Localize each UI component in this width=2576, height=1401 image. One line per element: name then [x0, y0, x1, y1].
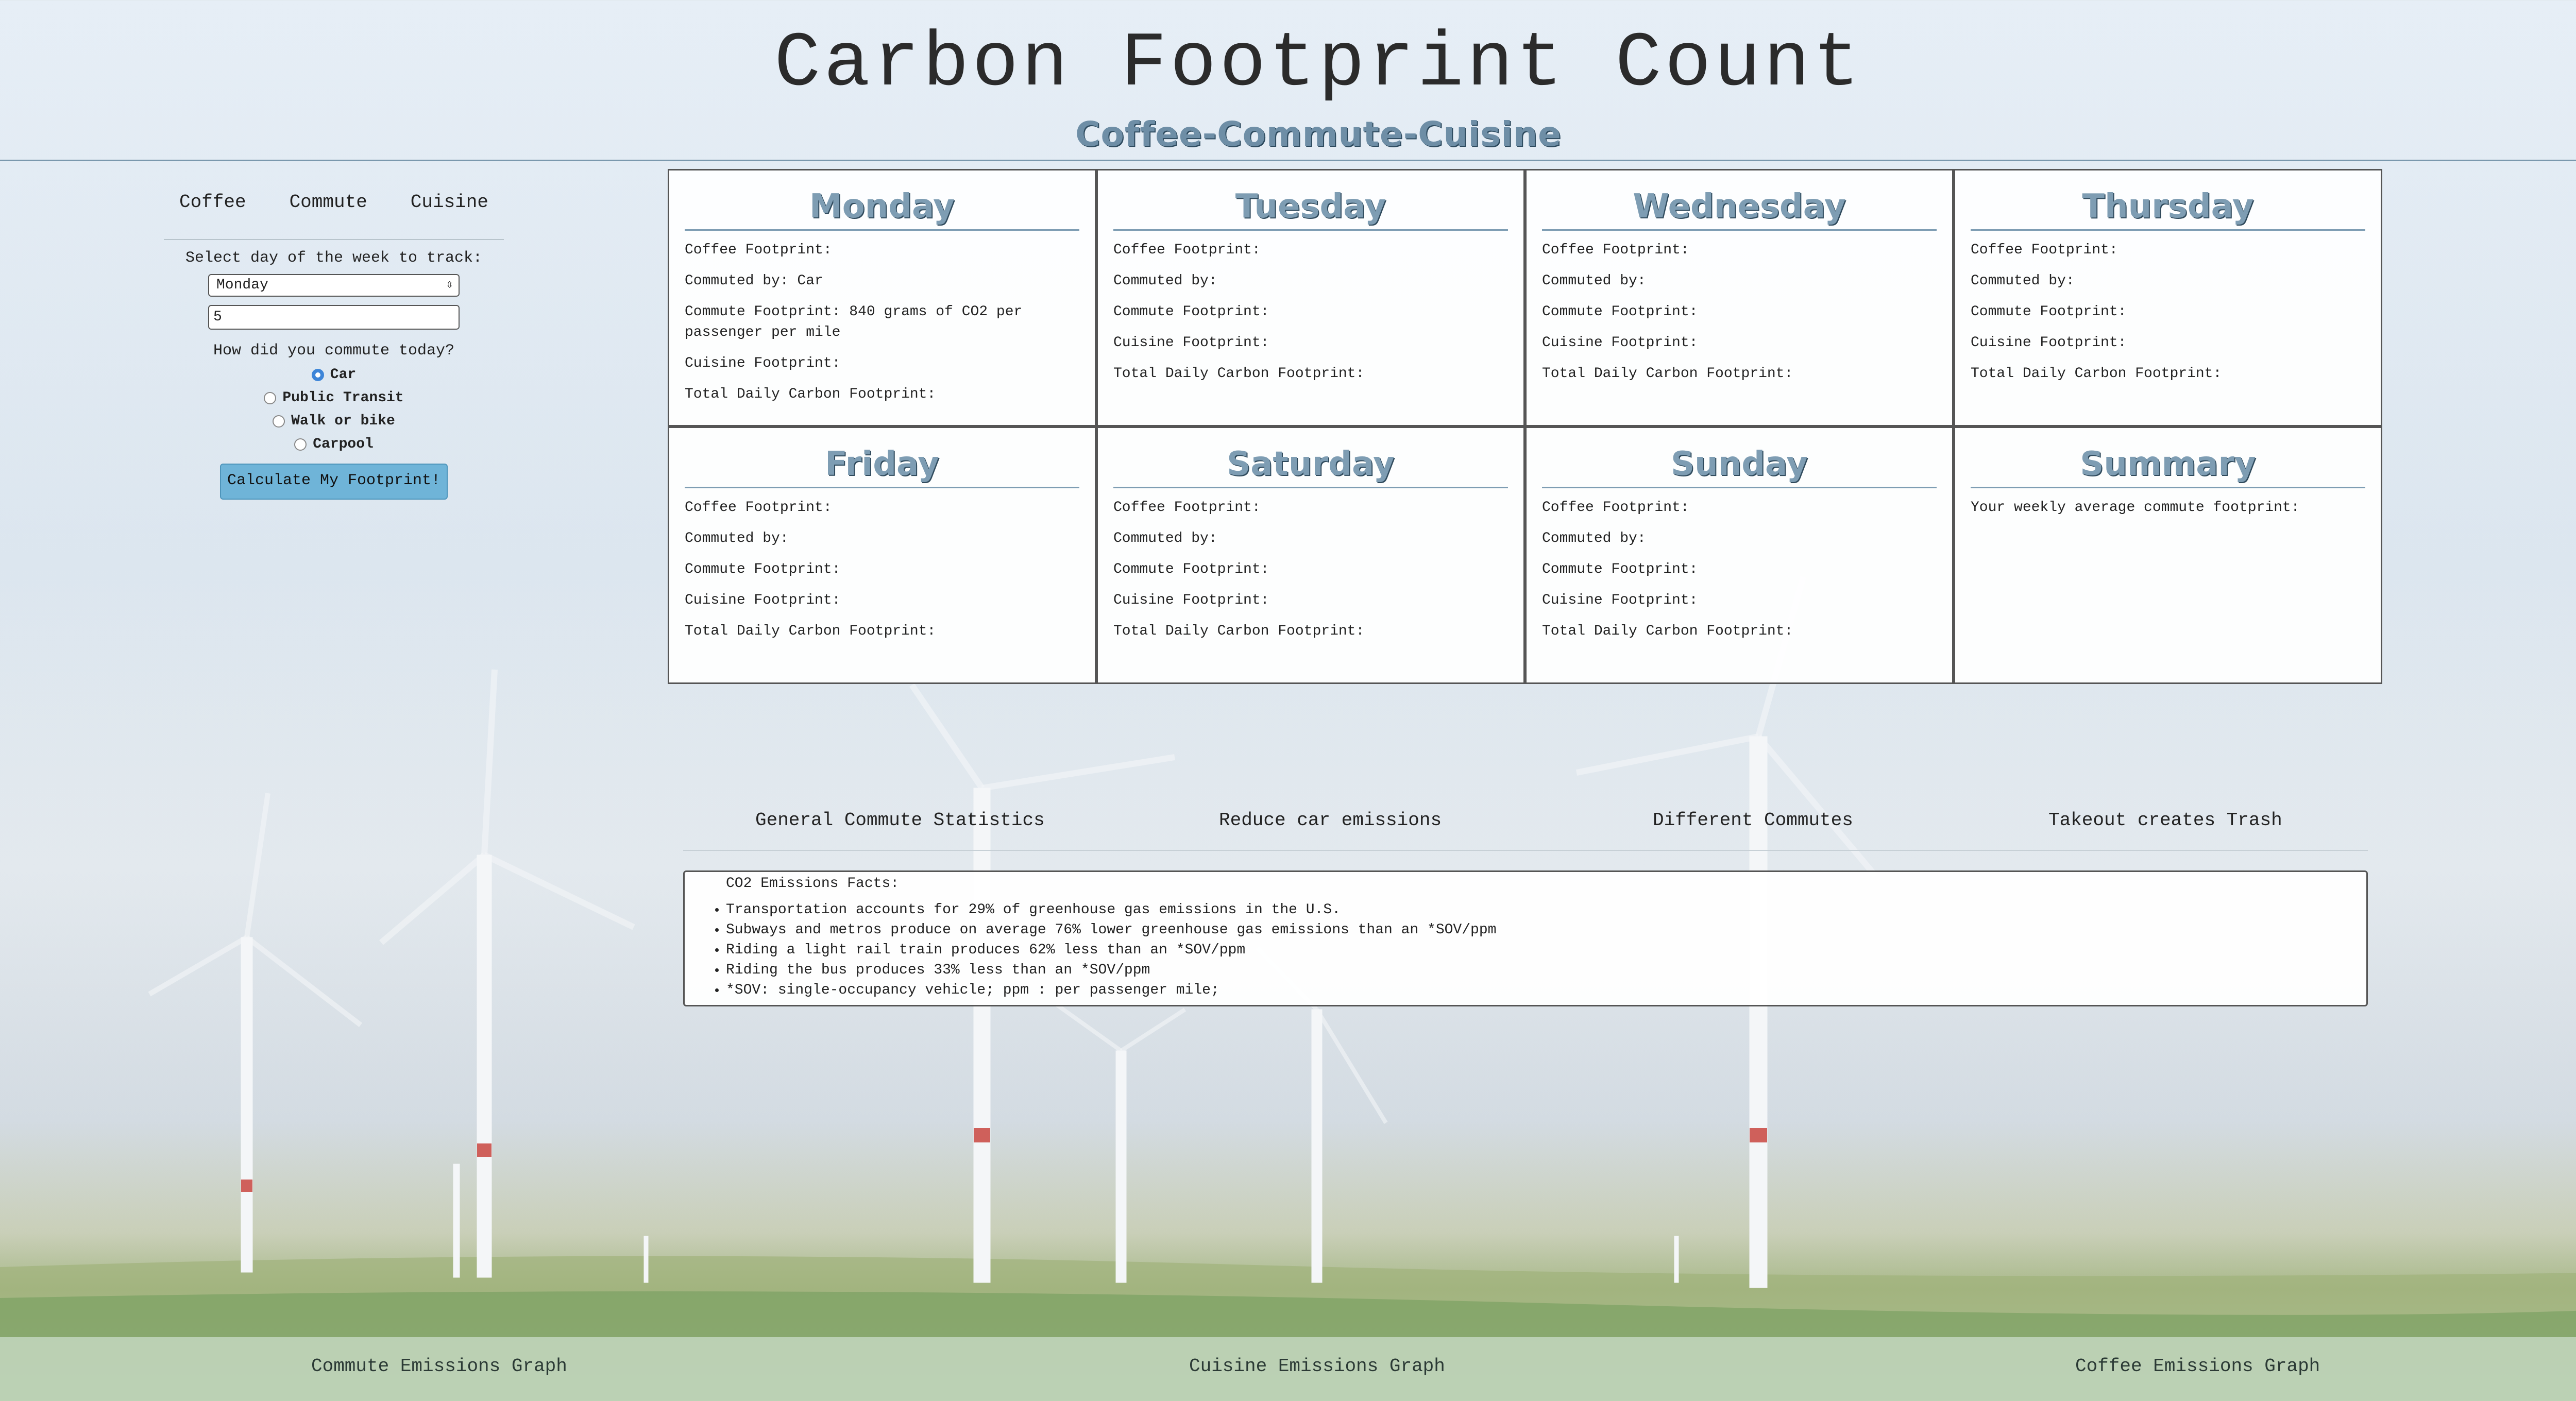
- total-footprint-line: Total Daily Carbon Footprint:: [1113, 623, 1365, 639]
- total-footprint-line: Total Daily Carbon Footprint:: [1542, 366, 1793, 382]
- radio-button-carpool[interactable]: [294, 438, 307, 451]
- cuisine-footprint-line: Cuisine Footprint:: [1971, 335, 2127, 351]
- day-card-friday: Friday Coffee Footprint: Commuted by: Co…: [668, 426, 1096, 684]
- cuisine-footprint-line: Cuisine Footprint:: [685, 592, 841, 608]
- commuted-by-line: Commuted by:: [1113, 531, 1217, 546]
- commute-footprint-line: Commute Footprint: 840 grams of CO2 per …: [685, 304, 1023, 340]
- commute-emissions-graph-link[interactable]: Commute Emissions Graph: [311, 1356, 567, 1377]
- commute-footprint-line: Commute Footprint:: [1542, 561, 1698, 577]
- day-heading: Wednesday: [1542, 186, 1937, 231]
- radio-button-walk-or-bike[interactable]: [273, 415, 285, 428]
- coffee-footprint-line: Coffee Footprint:: [1971, 242, 2118, 258]
- cuisine-footprint-line: Cuisine Footprint:: [1542, 335, 1698, 351]
- fact-item: Subways and metros produce on average 76…: [726, 920, 2366, 940]
- cuisine-footprint-line: Cuisine Footprint:: [1542, 592, 1698, 608]
- day-select-label: Select day of the week to track:: [185, 249, 483, 267]
- fact-item: Riding the bus produces 33% less than an…: [726, 960, 2366, 980]
- radio-label-walk-or-bike: Walk or bike: [291, 413, 395, 429]
- commute-footprint-line: Commute Footprint:: [1113, 304, 1269, 320]
- commuted-by-line: Commuted by:: [1971, 273, 2075, 289]
- weekly-average-line: Your weekly average commute footprint:: [1971, 500, 2300, 516]
- cuisine-footprint-line: Cuisine Footprint:: [1113, 592, 1269, 608]
- select-arrows-icon: ⇳: [446, 278, 453, 292]
- day-select[interactable]: Monday ⇳: [208, 274, 460, 297]
- coffee-footprint-line: Coffee Footprint:: [1542, 242, 1689, 258]
- tab-coffee[interactable]: Coffee: [179, 192, 246, 213]
- commute-footprint-line: Commute Footprint:: [685, 561, 841, 577]
- cuisine-footprint-line: Cuisine Footprint:: [685, 355, 841, 371]
- commute-radio-group: Car Public Transit Walk or bike Carpool: [164, 367, 504, 452]
- cuisine-footprint-line: Cuisine Footprint:: [1113, 335, 1269, 351]
- day-heading: Tuesday: [1113, 186, 1508, 231]
- footer-nav: Commute Emissions Graph Cuisine Emission…: [0, 1337, 2576, 1401]
- tab-takeout-creates-trash[interactable]: Takeout creates Trash: [2048, 810, 2282, 831]
- day-card-wednesday: Wednesday Coffee Footprint: Commuted by:…: [1525, 169, 1954, 426]
- coffee-emissions-graph-link[interactable]: Coffee Emissions Graph: [2075, 1356, 2320, 1377]
- facts-heading: CO2 Emissions Facts:: [726, 876, 900, 892]
- day-heading: Friday: [685, 443, 1079, 488]
- commuted-by-line: Commuted by:: [685, 531, 789, 546]
- day-heading: Monday: [685, 186, 1079, 231]
- day-heading: Sunday: [1542, 443, 1937, 488]
- page-subtitle: Coffee-Commute-Cuisine: [1075, 114, 1562, 154]
- day-select-value: Monday: [216, 277, 268, 293]
- commuted-by-line: Commuted by: Car: [685, 273, 823, 289]
- coffee-footprint-line: Coffee Footprint:: [685, 500, 832, 516]
- fact-item: Transportation accounts for 29% of green…: [726, 900, 2366, 920]
- day-card-thursday: Thursday Coffee Footprint: Commuted by: …: [1954, 169, 2382, 426]
- total-footprint-line: Total Daily Carbon Footprint:: [1542, 623, 1793, 639]
- co2-facts-panel: CO2 Emissions Facts: Transportation acco…: [683, 870, 2368, 1006]
- tracker-tabs: Coffee Commute Cuisine: [164, 192, 504, 240]
- commute-question-label: How did you commute today?: [213, 342, 455, 360]
- radio-label-public-transit: Public Transit: [282, 390, 404, 406]
- day-heading: Thursday: [1971, 186, 2365, 231]
- commute-footprint-line: Commute Footprint:: [1971, 304, 2127, 320]
- coffee-footprint-line: Coffee Footprint:: [685, 242, 832, 258]
- cuisine-emissions-graph-link[interactable]: Cuisine Emissions Graph: [1189, 1356, 1445, 1377]
- coffee-footprint-line: Coffee Footprint:: [1542, 500, 1689, 516]
- page-title: Carbon Footprint Count: [774, 21, 1863, 108]
- tab-different-commutes[interactable]: Different Commutes: [1653, 810, 1853, 831]
- commute-footprint-line: Commute Footprint:: [1113, 561, 1269, 577]
- day-card-monday: Monday Coffee Footprint: Commuted by: Ca…: [668, 169, 1096, 426]
- day-card-saturday: Saturday Coffee Footprint: Commuted by: …: [1096, 426, 1525, 684]
- coffee-footprint-line: Coffee Footprint:: [1113, 500, 1261, 516]
- radio-button-car[interactable]: [311, 368, 324, 381]
- total-footprint-line: Total Daily Carbon Footprint:: [1113, 366, 1365, 382]
- day-card-tuesday: Tuesday Coffee Footprint: Commuted by: C…: [1096, 169, 1525, 426]
- total-footprint-line: Total Daily Carbon Footprint:: [685, 623, 936, 639]
- radio-option-car[interactable]: Car: [164, 367, 504, 383]
- commuted-by-line: Commuted by:: [1113, 273, 1217, 289]
- fact-item: *SOV: single-occupancy vehicle; ppm : pe…: [726, 980, 2366, 1000]
- radio-label-car: Car: [330, 367, 357, 383]
- amount-input[interactable]: 5: [208, 305, 460, 330]
- facts-list: Transportation accounts for 29% of green…: [685, 900, 2366, 1000]
- commuted-by-line: Commuted by:: [1542, 531, 1646, 546]
- tab-reduce-car-emissions[interactable]: Reduce car emissions: [1219, 810, 1442, 831]
- radio-option-carpool[interactable]: Carpool: [164, 436, 504, 452]
- tab-cuisine[interactable]: Cuisine: [411, 192, 488, 213]
- tab-general-commute-statistics[interactable]: General Commute Statistics: [755, 810, 1045, 831]
- day-heading: Saturday: [1113, 443, 1508, 488]
- radio-label-carpool: Carpool: [313, 436, 374, 452]
- tab-commute[interactable]: Commute: [290, 192, 367, 213]
- commute-footprint-line: Commute Footprint:: [1542, 304, 1698, 320]
- total-footprint-line: Total Daily Carbon Footprint:: [685, 386, 936, 402]
- commuted-by-line: Commuted by:: [1542, 273, 1646, 289]
- fact-item: Riding a light rail train produces 62% l…: [726, 940, 2366, 960]
- day-card-sunday: Sunday Coffee Footprint: Commuted by: Co…: [1525, 426, 1954, 684]
- total-footprint-line: Total Daily Carbon Footprint:: [1971, 366, 2222, 382]
- info-tabs: General Commute Statistics Reduce car em…: [683, 804, 2368, 851]
- radio-button-public-transit[interactable]: [264, 391, 277, 404]
- radio-option-public-transit[interactable]: Public Transit: [164, 390, 504, 406]
- radio-option-walk-or-bike[interactable]: Walk or bike: [164, 413, 504, 429]
- summary-card: Summary Your weekly average commute foot…: [1954, 426, 2382, 684]
- summary-heading: Summary: [1971, 443, 2365, 488]
- weekly-cards: Monday Coffee Footprint: Commuted by: Ca…: [668, 169, 2382, 684]
- calculate-footprint-button[interactable]: Calculate My Footprint!: [220, 464, 448, 500]
- coffee-footprint-line: Coffee Footprint:: [1113, 242, 1261, 258]
- page-header: Carbon Footprint Count Coffee-Commute-Cu…: [0, 0, 2576, 161]
- tracker-panel: Coffee Commute Cuisine Select day of the…: [164, 192, 504, 500]
